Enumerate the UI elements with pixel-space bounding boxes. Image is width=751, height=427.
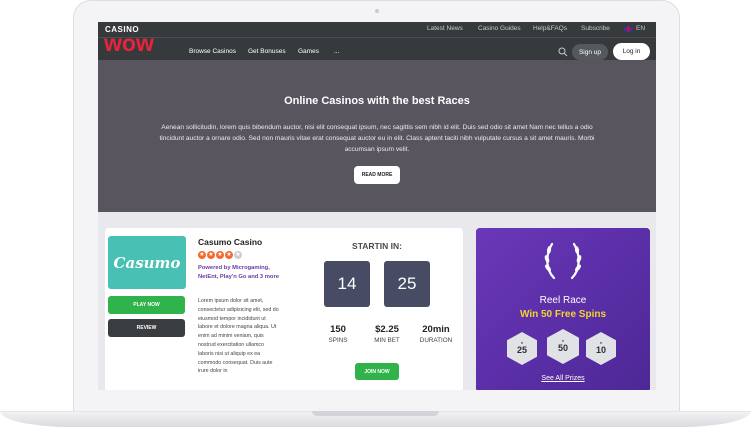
laurel-wreath-icon [544, 242, 582, 280]
laptop-screen: CASINO wow Latest News Casino Guides Hel… [98, 22, 656, 390]
rating-stars: ★ ★ ★ ★ ★ [198, 251, 242, 259]
star-icon: ★ [198, 251, 206, 259]
prize-value: 10 [595, 345, 606, 356]
nav-games[interactable]: Games [298, 48, 319, 55]
prize-value: 50 [557, 343, 568, 354]
language-label: EN [636, 25, 646, 32]
star-icon: ★ [207, 251, 215, 259]
utility-link-help-faqs[interactable]: Help&FAQs [533, 25, 567, 32]
header-divider [98, 37, 656, 38]
stat-label: SPINS [328, 337, 348, 344]
timer-box-minutes: 25 [384, 261, 430, 307]
join-now-button[interactable]: JOIN NOW [355, 363, 399, 380]
reel-race-card: Reel Race Win 50 Free Spins ● 25 ● 50 ● … [476, 228, 650, 390]
race-subtitle: Win 50 Free Spins [519, 309, 607, 320]
prize-value: 25 [516, 345, 527, 356]
utility-link-latest-news[interactable]: Latest News [427, 25, 463, 32]
read-more-button[interactable]: READ MORE [354, 166, 400, 184]
nav-browse-casinos[interactable]: Browse Casinos [189, 48, 236, 55]
star-icon: ★ [225, 251, 233, 259]
signup-button[interactable]: Sign up [572, 44, 608, 60]
hero-title: Online Casinos with the best Races [284, 95, 470, 107]
see-all-prizes-link[interactable]: See All Prizes [476, 375, 650, 382]
login-button[interactable]: Log in [613, 43, 650, 60]
stat-spins: 150 SPINS [312, 324, 364, 344]
stat-label: MIN BET [374, 337, 400, 344]
utility-link-casino-guides[interactable]: Casino Guides [478, 25, 521, 32]
uk-flag-icon [624, 25, 633, 32]
nav-get-bonuses[interactable]: Get Bonuses [248, 48, 286, 55]
laptop-mockup: CASINO wow Latest News Casino Guides Hel… [0, 0, 751, 427]
countdown-card: STARTIN IN: 14 25 150 SPINS $2.25 MIN BE… [291, 228, 463, 390]
stat-duration: 20min DURATION [410, 324, 462, 344]
stat-value: 150 [330, 324, 346, 335]
play-now-button[interactable]: PLAY NOW [108, 296, 185, 314]
stat-value: $2.25 [375, 324, 399, 335]
hero-banner: Online Casinos with the best Races Aenea… [98, 60, 656, 212]
utility-link-subscribe[interactable]: Subscribe [581, 25, 610, 32]
casumo-logo[interactable]: Casumo [108, 236, 186, 289]
stat-value: 20min [422, 324, 450, 335]
stat-label: DURATION [419, 337, 453, 344]
star-icon: ★ [234, 251, 242, 259]
nav-more[interactable]: ... [334, 48, 339, 55]
casino-name[interactable]: Casumo Casino [198, 237, 262, 247]
review-button[interactable]: REVIEW [108, 319, 185, 337]
race-title: Reel Race [539, 295, 587, 306]
powered-by-text: Powered by Microgaming, NetEnt, Play'n G… [198, 265, 279, 280]
stat-min-bet: $2.25 MIN BET [361, 324, 413, 344]
timer-box-hours: 14 [324, 261, 370, 307]
logo-wow-text[interactable]: wow [104, 32, 154, 55]
casino-card: Casumo PLAY NOW REVIEW Casumo Casino ★ ★ ★… [105, 228, 306, 390]
webcam [375, 9, 379, 13]
star-icon: ★ [216, 251, 224, 259]
language-selector[interactable]: EN [624, 25, 645, 32]
countdown-heading: STARTIN IN: [352, 241, 402, 251]
search-icon[interactable] [558, 47, 568, 57]
hero-description: Aenean sollicitudin, lorem quis bibendum… [159, 124, 595, 153]
casino-description: Lorem ipsum dolor sit amet, consectetur … [198, 298, 279, 375]
laptop-notch [312, 411, 439, 416]
